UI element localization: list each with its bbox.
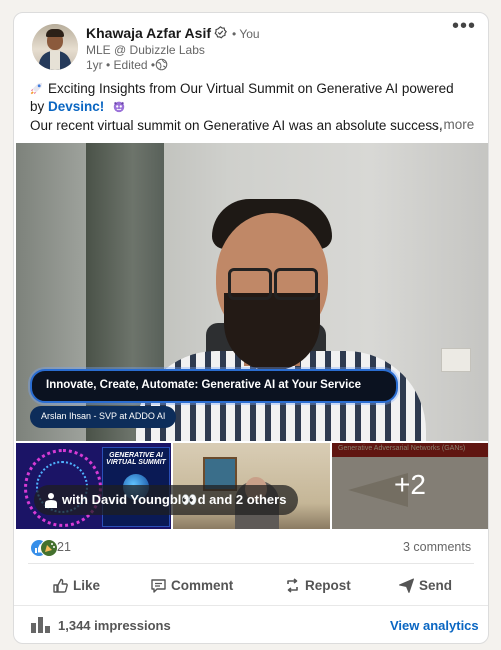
main-video-image[interactable]: Innovate, Create, Automate: Generative A…	[16, 143, 488, 441]
comment-button[interactable]: Comment	[150, 571, 240, 601]
like-icon	[53, 578, 68, 593]
post-text-prefix: by	[30, 99, 49, 114]
send-button[interactable]: Send	[398, 571, 468, 601]
author-avatar[interactable]	[32, 24, 78, 70]
verified-icon	[214, 26, 227, 39]
send-icon	[399, 578, 414, 593]
celebrate-reaction-icon	[40, 539, 58, 557]
like-label: Like	[73, 578, 101, 593]
you-label: • You	[232, 27, 260, 41]
see-more-link[interactable]: …more	[430, 117, 474, 132]
repost-button[interactable]: Repost	[284, 571, 364, 601]
divider	[28, 563, 474, 564]
speaker-caption: Arslan Ihsan - SVP at ADDO AI	[30, 406, 176, 428]
mention-devsinc[interactable]: Devsinc!	[48, 99, 104, 114]
tagged-people-text: with David Youngbl👀d and 2 others	[62, 492, 287, 507]
more-images-count: +2	[394, 469, 426, 500]
comment-label: Comment	[171, 578, 234, 593]
more-options-icon[interactable]: •••	[451, 16, 477, 39]
like-button[interactable]: Like	[52, 571, 122, 601]
rocket-emoji-icon	[30, 82, 43, 95]
divider	[14, 605, 488, 606]
author-name[interactable]: Khawaja Azfar Asif	[86, 25, 211, 41]
lower-third-banner: Innovate, Create, Automate: Generative A…	[30, 369, 398, 403]
comments-count[interactable]: 3 comments	[403, 540, 471, 554]
person-tag-icon	[45, 493, 57, 508]
post-card: Khawaja Azfar Asif • You MLE @ Dubizzle …	[13, 12, 489, 644]
post-text-line1: Exciting Insights from Our Virtual Summi…	[30, 80, 475, 98]
reaction-count[interactable]: 21	[57, 540, 71, 554]
repost-icon	[287, 578, 298, 593]
impressions-count: 1,344 impressions	[58, 618, 171, 633]
comment-icon	[151, 579, 166, 593]
send-label: Send	[419, 578, 453, 593]
thumbnail-gan-slide[interactable]: Generative Adversarial Networks (GANs) +…	[332, 443, 488, 529]
speaker-caption-text: Arslan Ihsan - SVP at ADDO AI	[41, 411, 166, 421]
globe-icon	[155, 58, 168, 71]
post-text-line2: by Devsinc!	[30, 98, 126, 116]
post-text-line1-content: Exciting Insights from Our Virtual Summi…	[48, 81, 454, 96]
post-text-line3: Our recent virtual summit on Generative …	[30, 118, 443, 133]
lower-third-text: Innovate, Create, Automate: Generative A…	[46, 379, 362, 391]
post-meta: 1yr • Edited •	[86, 58, 156, 72]
analytics-icon	[31, 617, 50, 633]
tagged-people-pill[interactable]: with David Youngbl👀d and 2 others	[34, 485, 298, 515]
summit-poster-title: GENERATIVE AI VIRTUAL SUMMIT	[106, 452, 166, 466]
face-emoji-icon	[113, 101, 125, 113]
post-header: Khawaja Azfar Asif • You MLE @ Dubizzle …	[14, 13, 488, 83]
author-headline: MLE @ Dubizzle Labs	[86, 43, 205, 57]
repost-label: Repost	[305, 578, 351, 593]
view-analytics-link[interactable]: View analytics	[390, 618, 479, 633]
